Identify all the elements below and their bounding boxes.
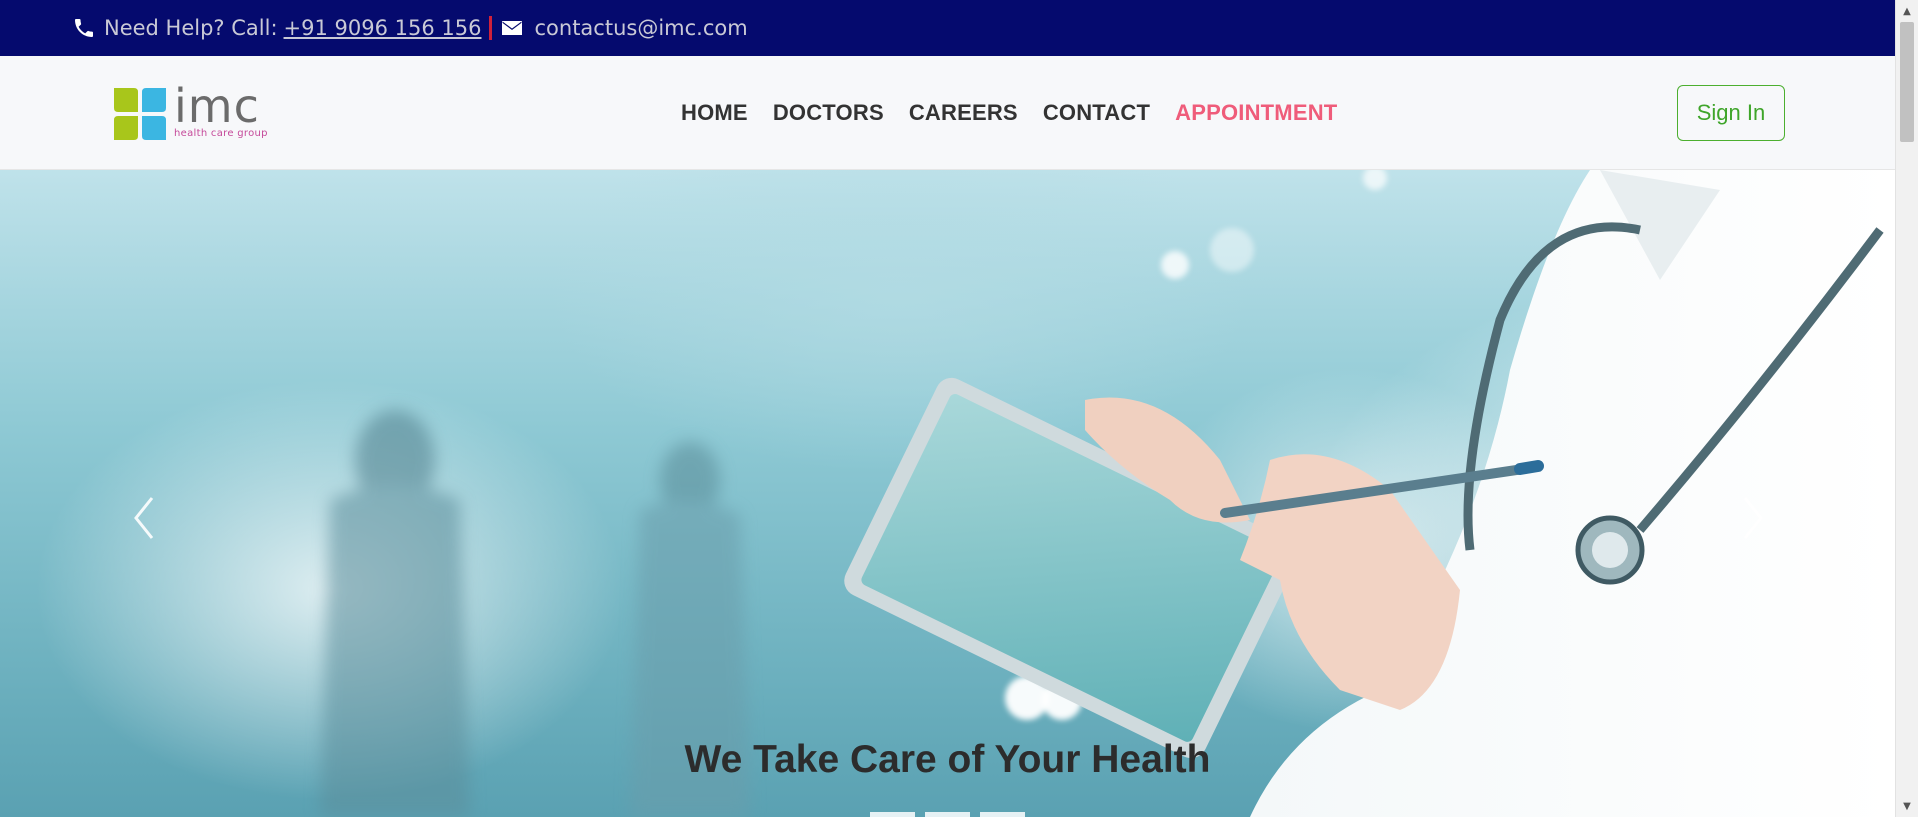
navbar: imc health care group HOME DOCTORS CAREE… xyxy=(0,56,1895,170)
carousel-indicator[interactable] xyxy=(980,812,1025,817)
nav-contact[interactable]: CONTACT xyxy=(1043,100,1150,126)
help-text: Need Help? Call: xyxy=(104,16,278,40)
nav-home[interactable]: HOME xyxy=(681,100,748,126)
scroll-down-icon[interactable]: ▼ xyxy=(1896,797,1918,815)
chevron-right-icon[interactable] xyxy=(1733,488,1773,548)
sign-in-button[interactable]: Sign In xyxy=(1677,85,1785,141)
nav-careers[interactable]: CAREERS xyxy=(909,100,1018,126)
logo[interactable]: imc health care group xyxy=(112,79,274,142)
nav-appointment[interactable]: APPOINTMENT xyxy=(1175,100,1337,126)
envelope-icon xyxy=(500,16,524,40)
logo-mark-icon xyxy=(114,88,166,140)
top-contact-bar: Need Help? Call: +91 9096 156 156 contac… xyxy=(0,0,1895,56)
carousel-indicator[interactable] xyxy=(870,812,915,817)
hero-background-image xyxy=(320,170,1895,817)
carousel-indicator[interactable] xyxy=(925,812,970,817)
logo-word: imc xyxy=(174,79,260,133)
page-scrollbar[interactable]: ▲ ▼ xyxy=(1895,0,1918,817)
carousel-indicators xyxy=(870,812,1025,817)
scroll-thumb[interactable] xyxy=(1900,22,1914,142)
page: Need Help? Call: +91 9096 156 156 contac… xyxy=(0,0,1918,817)
chevron-left-icon[interactable] xyxy=(124,488,164,548)
hero-carousel: We Take Care of Your Health xyxy=(0,170,1895,817)
hero-title: We Take Care of Your Health xyxy=(684,738,1211,781)
phone-icon xyxy=(72,16,96,40)
logo-subtitle: health care group xyxy=(174,128,268,139)
divider xyxy=(489,16,493,40)
email-text[interactable]: contactus@imc.com xyxy=(534,16,747,40)
nav-doctors[interactable]: DOCTORS xyxy=(773,100,884,126)
main-nav: HOME DOCTORS CAREERS CONTACT APPOINTMENT xyxy=(681,56,1337,170)
phone-link[interactable]: +91 9096 156 156 xyxy=(284,16,482,40)
scroll-up-icon[interactable]: ▲ xyxy=(1896,2,1918,20)
